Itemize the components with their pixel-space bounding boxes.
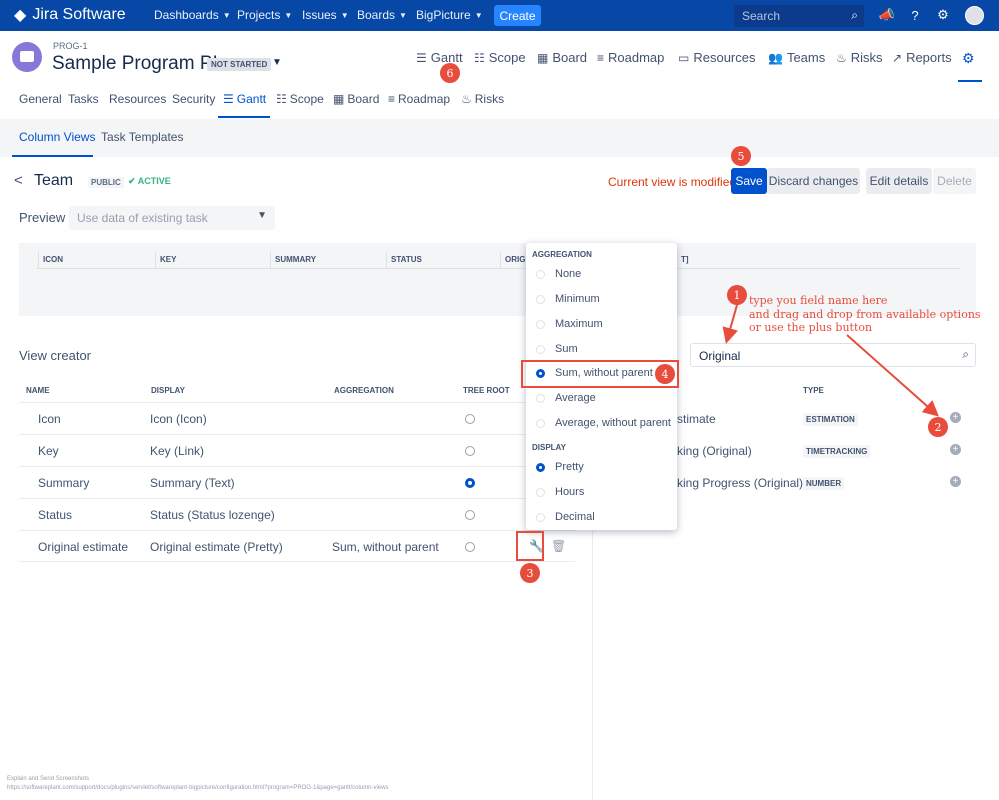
footer-url: Explain and Send Screenshots https://sof… <box>7 776 389 791</box>
annotation-arrows <box>722 304 939 417</box>
